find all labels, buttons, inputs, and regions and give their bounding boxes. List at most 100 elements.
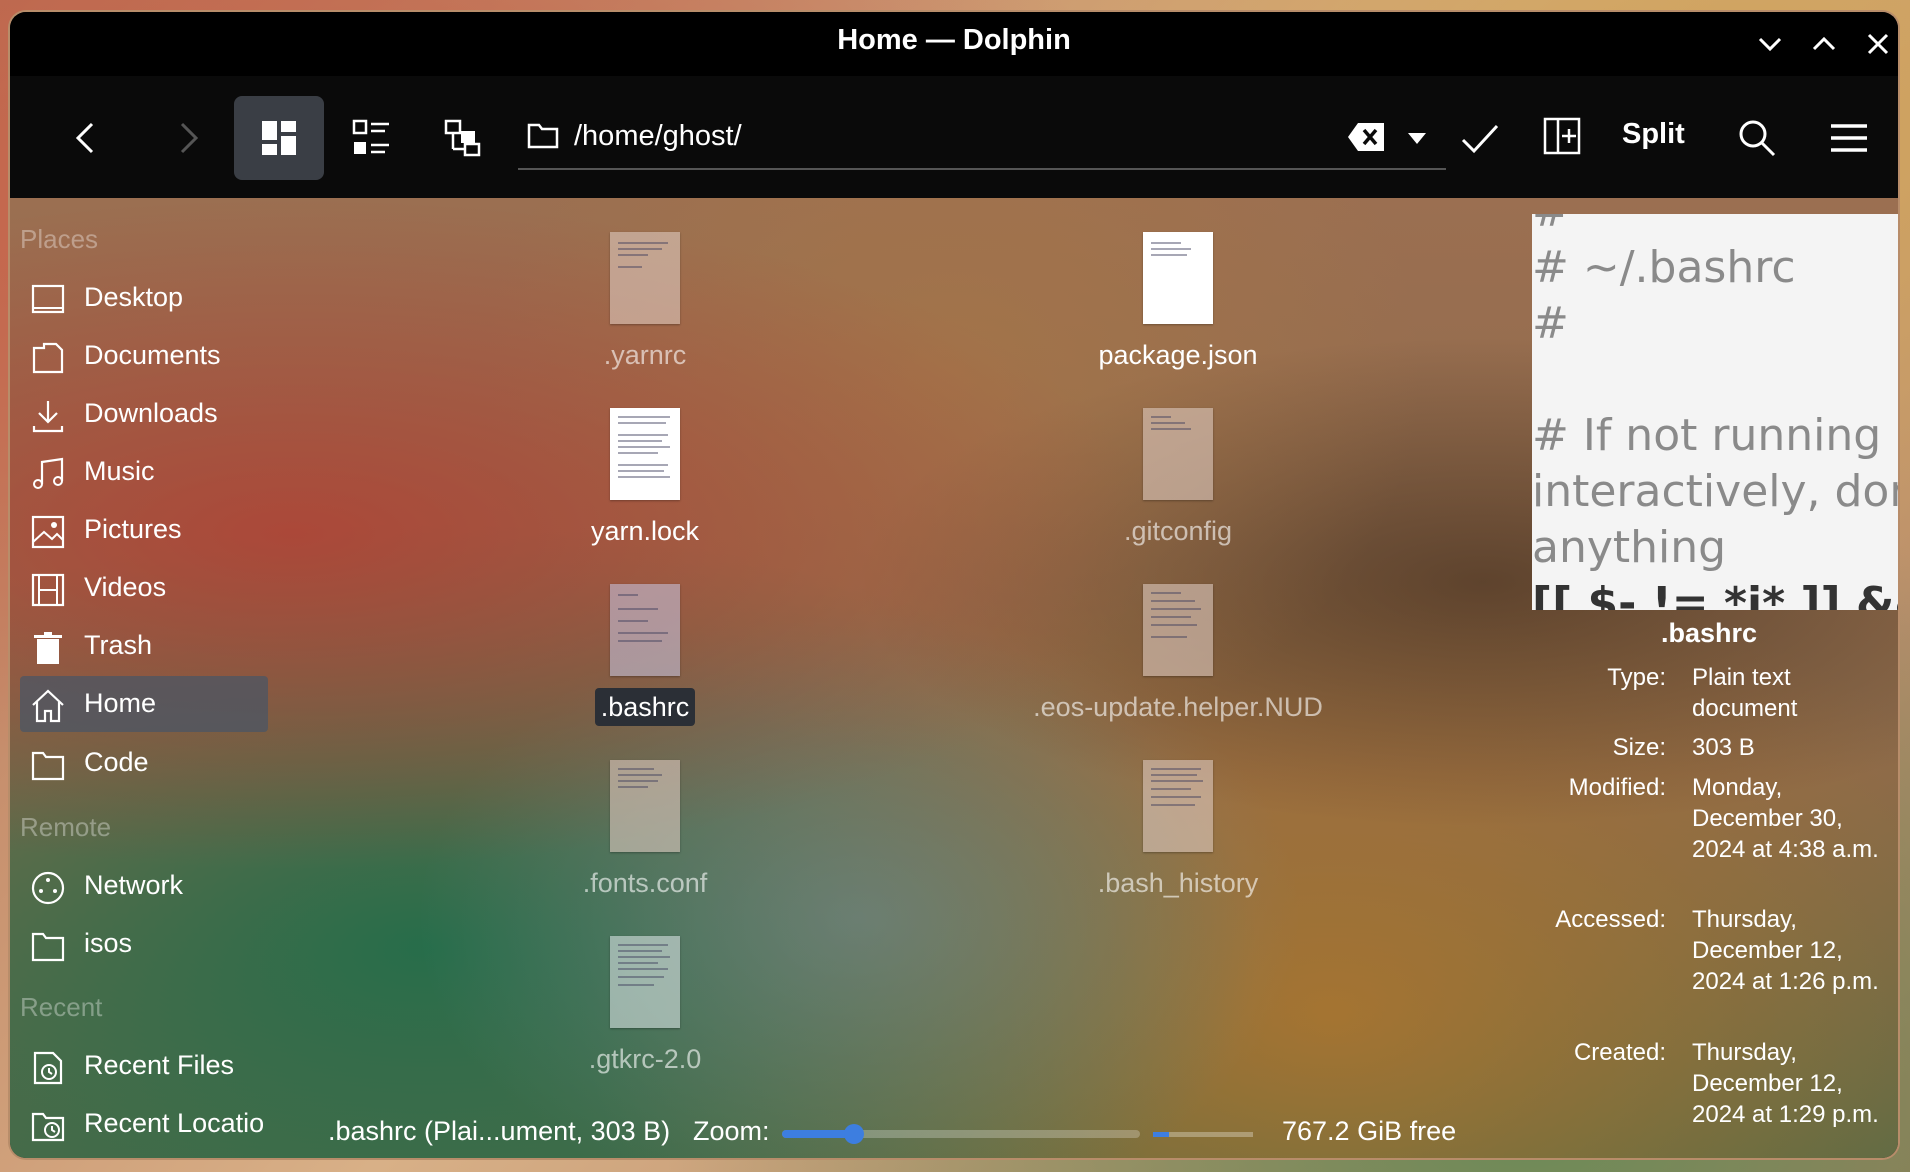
info-value: Thursday, December 12, 2024 at 1:29 p.m. <box>1692 1039 1879 1128</box>
info-value: Plain text document <box>1692 664 1798 722</box>
pictures-icon <box>31 515 65 549</box>
sidebar-item-label: Home <box>84 688 157 718</box>
search-icon <box>1739 120 1776 157</box>
selected-file-label: .bashrc <box>594 688 696 726</box>
sidebar-item-isos[interactable]: isos <box>20 916 268 972</box>
folder-icon <box>31 932 65 962</box>
sidebar-item-label: Recent Files <box>84 1050 235 1080</box>
sidebar-item-documents[interactable]: Documents <box>20 328 268 384</box>
info-value: 303 B <box>1692 734 1755 761</box>
split-label: Split <box>1622 118 1685 150</box>
back-button[interactable] <box>42 96 132 180</box>
text-file-thumbnail <box>1143 760 1213 852</box>
text-file-thumbnail <box>1143 232 1213 324</box>
dolphin-window: Home — Dolphin /home/ghost/ Split Places… <box>10 12 1898 1158</box>
places-panel: Places Desktop Documents Downloads Music… <box>10 198 272 1158</box>
preview-line: # <box>1532 298 1569 349</box>
sidebar-item-recent-files[interactable]: Recent Files <box>20 1038 268 1094</box>
sidebar-item-label: Recent Locatio <box>84 1108 265 1138</box>
music-icon <box>33 457 64 489</box>
zoom-slider-handle[interactable] <box>843 1124 864 1144</box>
preview-line: anything <box>1532 522 1727 573</box>
text-file-thumbnail <box>610 584 680 676</box>
file-name: .gitconfig <box>1123 516 1233 546</box>
sidebar-item-network[interactable]: Network <box>20 858 268 914</box>
arrow-left-icon <box>75 122 94 154</box>
file-name: .bash_history <box>1097 868 1259 898</box>
text-file-thumbnail <box>610 232 680 324</box>
sidebar-item-label: Music <box>84 456 155 486</box>
sidebar-item-pictures[interactable]: Pictures <box>20 502 268 558</box>
text-file-thumbnail <box>610 408 680 500</box>
icons-view-button[interactable] <box>234 96 324 180</box>
file-name: .fonts.conf <box>582 868 708 898</box>
sidebar-item-home[interactable]: Home <box>20 676 268 732</box>
sidebar-item-label: Documents <box>84 340 221 370</box>
sidebar-item-recent-locations[interactable]: Recent Locatio <box>20 1096 268 1152</box>
network-icon <box>31 871 65 905</box>
info-file-name: .bashrc <box>1660 618 1758 648</box>
hamburger-menu-button[interactable] <box>1804 96 1894 180</box>
sidebar-item-label: Videos <box>84 572 167 602</box>
zoom-slider[interactable] <box>782 1124 1140 1144</box>
preview-line: # If not running <box>1532 410 1882 461</box>
file-name: .bashrc <box>465 688 825 726</box>
tree-view-icon <box>444 119 481 157</box>
text-file-thumbnail <box>1143 584 1213 676</box>
menu-icon <box>1831 124 1867 152</box>
compact-view-button[interactable] <box>326 96 416 180</box>
text-file-thumbnail <box>610 936 680 1028</box>
sidebar-item-label: Network <box>84 870 184 900</box>
section-header-places: Places <box>20 224 99 254</box>
dropdown-arrow-icon[interactable] <box>1406 130 1428 146</box>
path-text[interactable]: /home/ghost/ <box>574 120 742 153</box>
title-bar: Home — Dolphin <box>10 12 1898 76</box>
close-button[interactable] <box>1860 26 1896 62</box>
clear-text-icon[interactable] <box>1346 120 1388 154</box>
content-area: Places Desktop Documents Downloads Music… <box>10 198 1898 1158</box>
preview-line: [[ $- != *i* ]] && <box>1532 578 1898 610</box>
split-view-icon <box>1543 117 1581 155</box>
minimize-button[interactable] <box>1752 26 1788 62</box>
recent-locations-icon <box>31 1112 65 1142</box>
sidebar-item-videos[interactable]: Videos <box>20 560 268 616</box>
status-selection: .bashrc (Plai...ument, 303 B) <box>328 1116 671 1146</box>
sidebar-item-code[interactable]: Code <box>20 735 268 791</box>
free-space-label: 767.2 GiB free <box>1282 1116 1457 1146</box>
toolbar: /home/ghost/ Split <box>10 76 1898 198</box>
zoom-label: Zoom: <box>693 1116 770 1146</box>
arrow-right-icon <box>180 122 199 154</box>
info-key: Accessed: <box>1555 906 1666 933</box>
info-key: Type: <box>1607 664 1666 691</box>
section-header-recent: Recent <box>20 992 103 1022</box>
zoom-slider-fill <box>782 1130 854 1138</box>
file-name: yarn.lock <box>590 516 700 546</box>
file-name: .yarnrc <box>603 340 687 370</box>
sidebar-item-downloads[interactable]: Downloads <box>20 386 268 442</box>
details-view-button[interactable] <box>418 96 508 180</box>
info-value: Thursday, December 12, 2024 at 1:26 p.m. <box>1692 906 1879 995</box>
search-button[interactable] <box>1712 96 1802 180</box>
icons-view-icon <box>262 121 296 155</box>
forward-button[interactable] <box>142 96 232 180</box>
info-key: Modified: <box>1568 774 1666 801</box>
folder-icon <box>527 123 559 149</box>
location-bar[interactable]: /home/ghost/ <box>518 106 1446 170</box>
section-header-remote: Remote <box>20 812 112 842</box>
info-value: Monday, December 30, 2024 at 4:38 a.m. <box>1692 774 1879 863</box>
videos-icon <box>31 573 65 607</box>
sidebar-item-trash[interactable]: Trash <box>20 618 268 674</box>
sidebar-item-music[interactable]: Music <box>20 444 268 500</box>
file-name: .eos-update.helper.NUD <box>1033 692 1323 722</box>
maximize-button[interactable] <box>1806 26 1842 62</box>
sidebar-item-desktop[interactable]: Desktop <box>20 270 268 326</box>
sidebar-item-label: Desktop <box>84 282 184 312</box>
sidebar-item-label: Downloads <box>84 398 218 428</box>
confirm-checkmark-icon[interactable] <box>1460 122 1500 156</box>
preview-line: # ~/.bashrc <box>1532 242 1796 293</box>
sidebar-item-label: isos <box>84 928 133 958</box>
information-panel: # # ~/.bashrc # # If not running interac… <box>1520 198 1898 1158</box>
desktop-icon <box>31 284 65 314</box>
free-space-bar <box>1153 1132 1253 1137</box>
preview-line: interactively, don <box>1532 466 1898 517</box>
